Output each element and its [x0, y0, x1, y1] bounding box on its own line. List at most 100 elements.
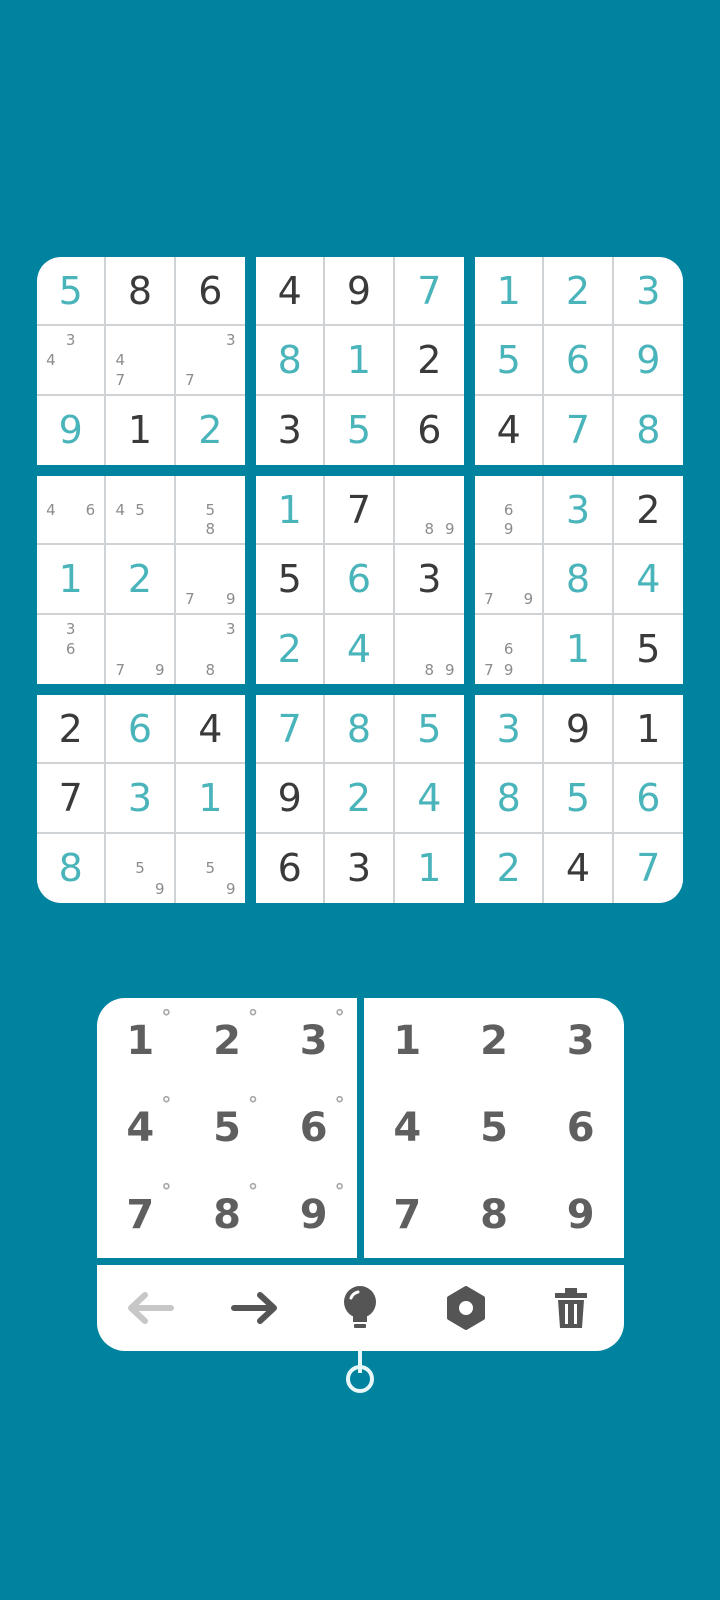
board-cell[interactable]: 2: [394, 326, 464, 396]
board-cell[interactable]: 79: [475, 545, 545, 615]
board-cell[interactable]: 2: [106, 545, 176, 615]
board-cell[interactable]: 679: [475, 614, 545, 684]
board-cell[interactable]: 7: [394, 257, 464, 327]
redo-button[interactable]: [225, 1278, 285, 1338]
board-cell[interactable]: 7: [37, 764, 107, 834]
number-key[interactable]: 9: [537, 1171, 624, 1258]
board-cell[interactable]: 6: [544, 326, 614, 396]
board-cell[interactable]: 1: [544, 614, 614, 684]
board-cell[interactable]: 6: [613, 764, 683, 834]
pencil-key[interactable]: 1 °: [97, 998, 184, 1085]
undo-button[interactable]: [120, 1278, 180, 1338]
board-cell[interactable]: 3: [106, 764, 176, 834]
board-cell[interactable]: 6: [256, 833, 326, 903]
board-cell[interactable]: 5: [325, 395, 395, 465]
board-cell[interactable]: 9: [325, 257, 395, 327]
board-cell[interactable]: 9: [256, 764, 326, 834]
pencil-key[interactable]: 6 °: [270, 1085, 357, 1172]
number-key[interactable]: 8: [451, 1171, 538, 1258]
board-cell[interactable]: 4: [544, 833, 614, 903]
board-cell[interactable]: 5: [37, 257, 107, 327]
number-key[interactable]: 1: [364, 998, 451, 1085]
board-cell[interactable]: 2: [475, 833, 545, 903]
board-cell[interactable]: 6: [395, 396, 464, 465]
board-cell[interactable]: 46: [37, 476, 107, 546]
board-cell[interactable]: 69: [475, 476, 545, 546]
board-cell[interactable]: 1: [325, 326, 395, 396]
board-cell[interactable]: 6: [175, 257, 245, 327]
board-cell[interactable]: 3: [613, 257, 683, 327]
board-cell[interactable]: 1: [395, 834, 464, 903]
number-key[interactable]: 6: [537, 1085, 624, 1172]
board-cell[interactable]: 7: [325, 476, 395, 546]
board-cell[interactable]: 8: [475, 764, 545, 834]
number-key[interactable]: 7: [364, 1171, 451, 1258]
number-key[interactable]: 2: [451, 998, 538, 1085]
number-key[interactable]: 3: [537, 998, 624, 1085]
number-key[interactable]: 4: [364, 1085, 451, 1172]
board-cell[interactable]: 89: [394, 476, 464, 546]
board-cell[interactable]: 6: [325, 545, 395, 615]
board-cell[interactable]: 9: [37, 395, 107, 465]
board-cell[interactable]: 2: [176, 396, 245, 465]
board-cell[interactable]: 8: [256, 326, 326, 396]
board-cell[interactable]: 5: [544, 764, 614, 834]
board-cell[interactable]: 8: [106, 257, 176, 327]
board-cell[interactable]: 1: [37, 545, 107, 615]
board-cell[interactable]: 58: [175, 476, 245, 546]
board-cell[interactable]: 7: [614, 834, 683, 903]
board-cell[interactable]: 1: [613, 695, 683, 765]
board-cell[interactable]: 1: [475, 257, 545, 327]
pencil-key[interactable]: 7 °: [97, 1171, 184, 1258]
board-cell[interactable]: 3: [544, 476, 614, 546]
board-cell[interactable]: 4: [613, 545, 683, 615]
board-cell[interactable]: 3: [475, 695, 545, 765]
number-key[interactable]: 5: [451, 1085, 538, 1172]
board-cell[interactable]: 59: [176, 834, 245, 903]
board-cell[interactable]: 4: [325, 614, 395, 684]
board-cell[interactable]: 38: [176, 615, 245, 684]
board-cell[interactable]: 2: [325, 764, 395, 834]
board-cell[interactable]: 9: [613, 326, 683, 396]
pencil-key[interactable]: 8 °: [184, 1171, 271, 1258]
pencil-key[interactable]: 9 °: [270, 1171, 357, 1258]
board-cell[interactable]: 6: [106, 695, 176, 765]
board-cell[interactable]: 89: [395, 615, 464, 684]
hint-button[interactable]: [330, 1278, 390, 1338]
board-cell[interactable]: 59: [106, 833, 176, 903]
pencil-key[interactable]: 2 °: [184, 998, 271, 1085]
board-cell[interactable]: 5: [394, 695, 464, 765]
board-cell[interactable]: 5: [475, 326, 545, 396]
board-cell[interactable]: 34: [37, 326, 107, 396]
board-cell[interactable]: 4: [475, 395, 545, 465]
board-cell[interactable]: 8: [325, 695, 395, 765]
pencil-key[interactable]: 4 °: [97, 1085, 184, 1172]
board-cell[interactable]: 8: [614, 396, 683, 465]
board-cell[interactable]: 79: [106, 614, 176, 684]
delete-button[interactable]: [541, 1278, 601, 1338]
board-cell[interactable]: 79: [175, 545, 245, 615]
board-cell[interactable]: 2: [37, 695, 107, 765]
board-cell[interactable]: 7: [256, 695, 326, 765]
board-cell[interactable]: 2: [544, 257, 614, 327]
board-cell[interactable]: 47: [106, 326, 176, 396]
board-cell[interactable]: 36: [37, 614, 107, 684]
board-cell[interactable]: 37: [175, 326, 245, 396]
settings-button[interactable]: [436, 1278, 496, 1338]
board-cell[interactable]: 4: [394, 764, 464, 834]
board-cell[interactable]: 3: [325, 833, 395, 903]
board-cell[interactable]: 45: [106, 476, 176, 546]
board-cell[interactable]: 3: [256, 395, 326, 465]
board-cell[interactable]: 3: [394, 545, 464, 615]
board-cell[interactable]: 5: [256, 545, 326, 615]
board-cell[interactable]: 5: [614, 615, 683, 684]
board-cell[interactable]: 1: [175, 764, 245, 834]
board-cell[interactable]: 4: [175, 695, 245, 765]
board-cell[interactable]: 9: [544, 695, 614, 765]
pencil-key[interactable]: 5 °: [184, 1085, 271, 1172]
pencil-key[interactable]: 3 °: [270, 998, 357, 1085]
board-cell[interactable]: 8: [37, 833, 107, 903]
board-cell[interactable]: 7: [544, 395, 614, 465]
board-cell[interactable]: 1: [256, 476, 326, 546]
board-cell[interactable]: 8: [544, 545, 614, 615]
